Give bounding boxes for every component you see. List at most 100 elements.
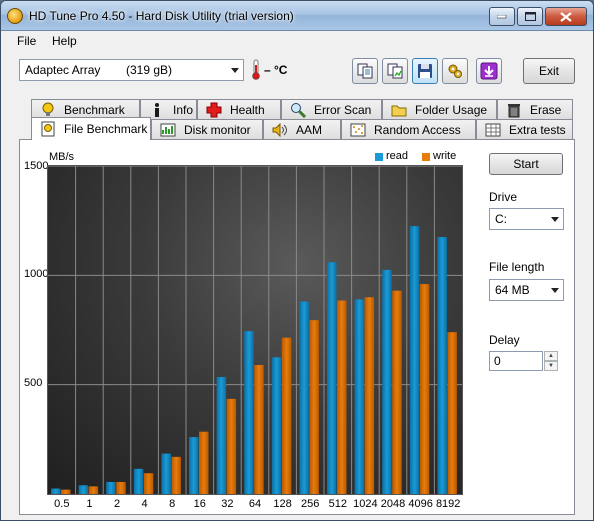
delay-spinner[interactable]: ▲ ▼ — [544, 351, 558, 371]
x-tick-label: 1 — [86, 498, 93, 510]
tab-label: Disk monitor — [184, 122, 251, 137]
x-tick-label: 2 — [113, 498, 121, 510]
bar-read-0.5 — [51, 488, 61, 494]
trash-icon — [506, 102, 522, 118]
copy-icon — [357, 63, 373, 79]
copy-graph-icon — [387, 63, 403, 79]
drive-select-name: Adaptec Array — [25, 63, 101, 77]
bar-read-2048 — [382, 269, 392, 494]
copy-screenshot-button[interactable] — [382, 58, 408, 84]
tab-extra-tests[interactable]: Extra tests — [476, 119, 573, 139]
health-cross-icon — [206, 102, 222, 118]
bar-read-8 — [161, 453, 171, 494]
app-icon — [7, 8, 23, 24]
drive-letter-value: C: — [495, 212, 507, 226]
y-tick-label: 1500 — [24, 160, 49, 172]
legend-swatch-write — [422, 153, 430, 161]
x-tick-label: 32 — [221, 498, 234, 510]
tab-label: File Benchmark — [64, 122, 148, 136]
info-icon — [149, 102, 165, 118]
bar-read-1024 — [354, 299, 365, 494]
close-icon — [560, 11, 572, 22]
spin-up-icon[interactable]: ▲ — [544, 351, 558, 361]
tab-label: Erase — [530, 102, 562, 117]
tab-label: Info — [173, 102, 194, 117]
file-length-label: File length — [489, 260, 545, 274]
chevron-down-icon — [231, 68, 239, 73]
x-tick-label: 4096 — [408, 498, 433, 510]
download-button[interactable] — [476, 58, 502, 84]
bar-read-4096 — [409, 226, 420, 494]
tab-random-access[interactable]: Random Access — [341, 119, 476, 139]
drive-select[interactable]: Adaptec Array (319 gB) — [19, 59, 244, 81]
file-length-select[interactable]: 64 MB — [489, 279, 564, 301]
menu-file[interactable]: File — [17, 34, 36, 48]
x-tick-label: 4 — [141, 498, 148, 510]
tab-disk-monitor[interactable]: Disk monitor — [151, 119, 263, 139]
tab-health[interactable]: Health — [197, 99, 281, 119]
tab-aam[interactable]: AAM — [263, 119, 341, 139]
start-button[interactable]: Start — [489, 153, 563, 175]
tab-label: Folder Usage — [415, 102, 488, 117]
delay-input[interactable]: 0 — [489, 351, 543, 371]
y-tick-label: 500 — [24, 377, 43, 389]
download-arrow-icon — [480, 62, 498, 80]
gears-icon — [448, 64, 462, 78]
x-tick-label: 256 — [301, 498, 320, 510]
save-button[interactable] — [412, 58, 438, 84]
maximize-icon — [524, 12, 536, 21]
bar-read-2 — [106, 481, 116, 494]
copy-info-button[interactable] — [352, 58, 378, 84]
bar-read-64 — [244, 331, 254, 494]
benchmark-chart — [48, 165, 462, 495]
disk-monitor-icon — [160, 122, 176, 138]
benchmark-chart-area — [47, 165, 463, 495]
thermometer-icon — [252, 59, 260, 80]
bar-write-4 — [143, 473, 154, 494]
menu-bar: File Help — [1, 31, 593, 51]
spin-down-icon[interactable]: ▼ — [544, 361, 558, 371]
x-tick-label: 64 — [248, 498, 262, 510]
folder-icon — [391, 102, 407, 118]
tab-benchmark[interactable]: Benchmark — [31, 99, 140, 119]
bar-read-512 — [327, 262, 337, 494]
bar-write-8 — [171, 456, 181, 494]
tab-folder-usage[interactable]: Folder Usage — [382, 99, 497, 119]
tab-error-scan[interactable]: Error Scan — [281, 99, 382, 119]
bar-read-4 — [133, 468, 144, 494]
bar-write-64 — [254, 364, 264, 494]
floppy-disk-icon — [418, 64, 432, 78]
bar-write-128 — [281, 337, 292, 494]
x-tick-label: 1024 — [353, 498, 378, 510]
tab-file-benchmark[interactable]: File Benchmark — [31, 117, 151, 140]
bar-read-32 — [216, 377, 227, 494]
x-tick-label: 0.5 — [54, 498, 70, 510]
options-button[interactable] — [442, 58, 468, 84]
bar-write-1 — [88, 486, 99, 494]
tab-label: Benchmark — [64, 102, 125, 117]
tab-erase[interactable]: Erase — [497, 99, 573, 119]
bar-write-16 — [199, 431, 209, 494]
bar-read-1 — [78, 485, 89, 494]
magnifier-icon — [290, 102, 306, 118]
y-axis-unit-label: MB/s — [49, 151, 75, 163]
x-tick-label: 8 — [169, 498, 176, 510]
drive-letter-select[interactable]: C: — [489, 208, 564, 230]
bar-write-4096 — [419, 284, 430, 494]
x-tick-label: 2048 — [380, 498, 406, 510]
tab-label: Health — [230, 102, 265, 117]
maximize-button[interactable] — [517, 7, 543, 26]
menu-help[interactable]: Help — [52, 34, 77, 48]
tab-info[interactable]: Info — [140, 99, 197, 119]
exit-button[interactable]: Exit — [523, 58, 575, 84]
legend-label-write: write — [433, 150, 457, 162]
bar-read-8192 — [437, 237, 447, 495]
tab-label: Error Scan — [314, 102, 372, 117]
main-window: HD Tune Pro 4.50 - Hard Disk Utility (tr… — [0, 0, 594, 521]
bar-write-8192 — [447, 332, 457, 494]
close-button[interactable] — [545, 7, 587, 26]
title-bar[interactable]: HD Tune Pro 4.50 - Hard Disk Utility (tr… — [1, 1, 593, 31]
minimize-button[interactable] — [489, 7, 515, 26]
random-access-icon — [350, 122, 366, 138]
bar-read-256 — [299, 301, 309, 494]
